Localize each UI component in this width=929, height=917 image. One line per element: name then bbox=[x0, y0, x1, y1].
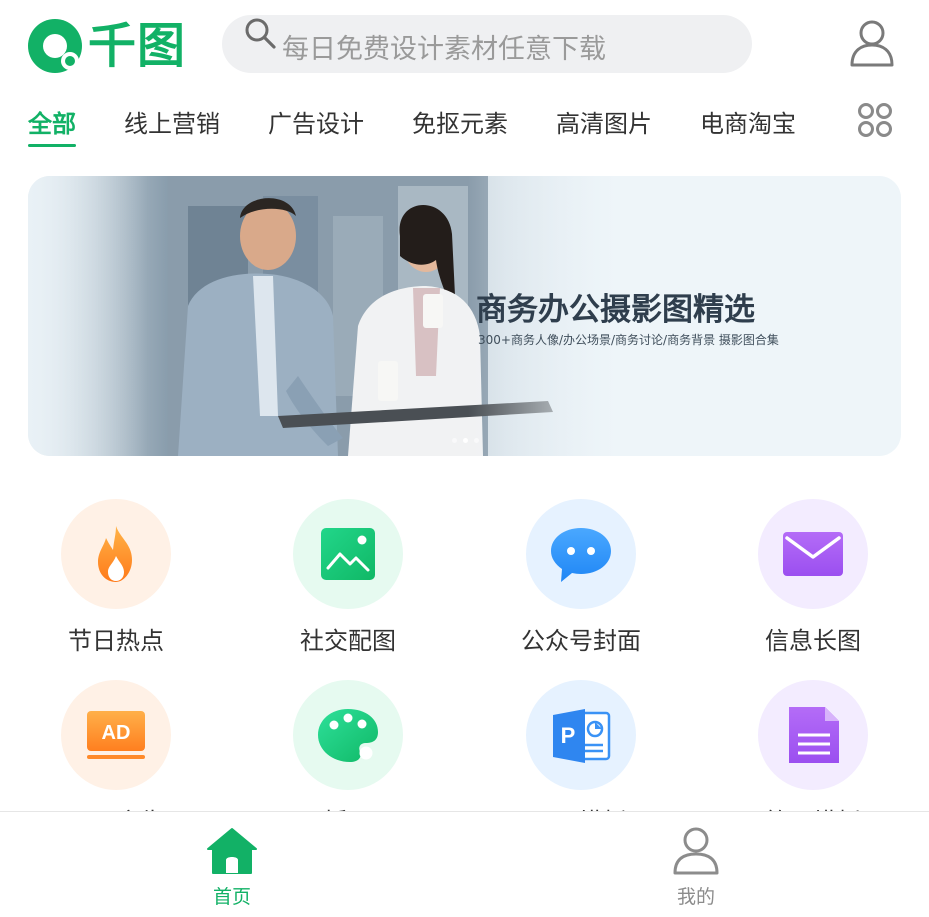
carousel-dot[interactable] bbox=[452, 438, 457, 443]
category-label: 公众号封面 bbox=[521, 627, 641, 655]
grid-menu-icon[interactable] bbox=[856, 101, 894, 139]
user-icon bbox=[673, 827, 719, 875]
user-profile-icon[interactable] bbox=[848, 18, 896, 68]
envelope-icon bbox=[783, 532, 843, 576]
category-info-longimage[interactable]: 信息长图 bbox=[713, 499, 913, 656]
ppt-icon: P bbox=[553, 709, 611, 763]
palette-icon bbox=[318, 709, 378, 762]
nav-mine-label: 我的 bbox=[676, 886, 715, 908]
category-tabs: 全部 线上营销 广告设计 免抠元素 高清图片 电商淘宝 bbox=[0, 98, 929, 158]
active-tab-indicator bbox=[28, 144, 76, 147]
category-icon-bg: P bbox=[526, 680, 636, 790]
category-wechat-cover[interactable]: 公众号封面 bbox=[481, 499, 681, 656]
carousel-indicator bbox=[452, 438, 479, 443]
logo-mark-icon bbox=[28, 19, 82, 73]
category-icon-bg bbox=[758, 499, 868, 609]
header: 千图 每日免费设计素材任意下载 bbox=[0, 0, 929, 90]
category-icon-bg: AD bbox=[61, 680, 171, 790]
nav-home[interactable]: 首页 bbox=[172, 826, 292, 909]
logo[interactable]: 千图 bbox=[26, 17, 202, 75]
category-label: 社交配图 bbox=[300, 627, 396, 655]
category-social-images[interactable]: 社交配图 bbox=[248, 499, 448, 656]
category-icon-bg bbox=[293, 680, 403, 790]
category-icon-bg bbox=[526, 499, 636, 609]
tab-ad-design[interactable]: 广告设计 bbox=[268, 104, 364, 139]
promo-banner[interactable]: 商务办公摄影图精选 300+商务人像/办公场景/商务讨论/商务背景 摄影图合集 bbox=[28, 176, 901, 456]
search-icon bbox=[245, 18, 276, 49]
nav-home-label: 首页 bbox=[212, 886, 251, 908]
tab-cutout-elements[interactable]: 免抠元素 bbox=[412, 104, 508, 139]
tab-ecommerce[interactable]: 电商淘宝 bbox=[700, 104, 796, 139]
banner-title: 商务办公摄影图精选 bbox=[476, 292, 755, 328]
search-bar[interactable]: 每日免费设计素材任意下载 bbox=[222, 15, 752, 73]
category-icon-bg bbox=[758, 680, 868, 790]
business-people-photo bbox=[28, 176, 901, 456]
banner-subtitle: 300+商务人像/办公场景/商务讨论/商务背景 摄影图合集 bbox=[478, 333, 779, 347]
category-festival-hotspot[interactable]: 节日热点 bbox=[16, 499, 216, 656]
category-icon-bg bbox=[61, 499, 171, 609]
flame-icon bbox=[98, 526, 132, 582]
chat-bubble-icon bbox=[551, 528, 611, 582]
category-label: 信息长图 bbox=[765, 627, 861, 655]
logo-text: 千图 bbox=[88, 18, 187, 74]
tab-all[interactable]: 全部 bbox=[28, 104, 76, 139]
tab-online-marketing[interactable]: 线上营销 bbox=[124, 104, 220, 139]
search-placeholder: 每日免费设计素材任意下载 bbox=[282, 34, 606, 65]
category-label: 节日热点 bbox=[68, 627, 164, 655]
bottom-navigation: 首页 我的 bbox=[0, 811, 929, 917]
document-icon bbox=[789, 707, 839, 763]
carousel-dot-active[interactable] bbox=[463, 438, 468, 443]
image-icon bbox=[321, 528, 375, 580]
ad-icon: AD bbox=[87, 711, 145, 759]
category-icon-bg bbox=[293, 499, 403, 609]
nav-mine[interactable]: 我的 bbox=[636, 826, 756, 909]
svg-text:AD: AD bbox=[102, 722, 131, 744]
home-icon bbox=[207, 828, 257, 874]
svg-text:P: P bbox=[561, 723, 576, 748]
carousel-dot[interactable] bbox=[474, 438, 479, 443]
tab-hd-images[interactable]: 高清图片 bbox=[556, 104, 652, 139]
